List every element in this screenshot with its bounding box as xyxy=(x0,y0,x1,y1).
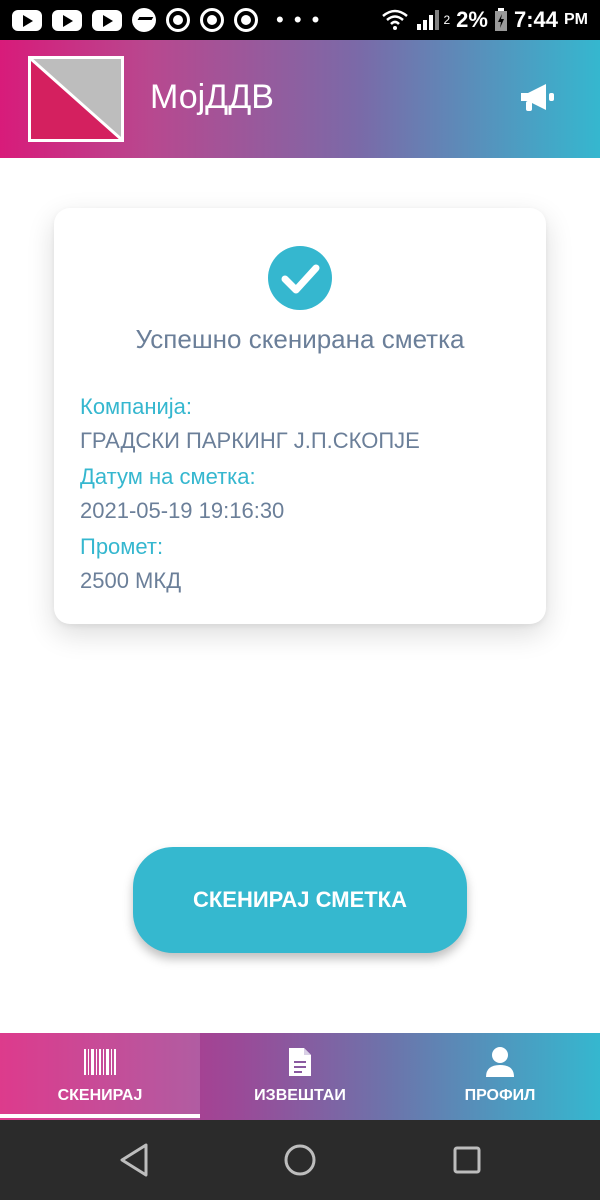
sim-number: 2 xyxy=(443,13,451,27)
notification-icons: • • • xyxy=(12,7,321,33)
nav-item-reports[interactable]: ИЗВЕШТАИ xyxy=(200,1033,400,1120)
success-check-icon xyxy=(268,246,332,310)
receipt-card: Успешно скенирана сметка Компанија: ГРАД… xyxy=(54,208,546,624)
megaphone-icon[interactable] xyxy=(518,82,556,114)
amount-label: Промет: xyxy=(80,534,164,559)
nav-label-profile: ПРОФИЛ xyxy=(464,1087,536,1104)
date-label: Датум на сметка: xyxy=(80,464,256,489)
nav-item-profile[interactable]: ПРОФИЛ xyxy=(400,1033,600,1120)
barcode-icon xyxy=(84,1049,116,1075)
recents-icon[interactable] xyxy=(452,1142,482,1178)
system-icons: 2 2% 7:44 PM xyxy=(381,7,588,33)
person-icon xyxy=(486,1047,514,1077)
scan-receipt-button[interactable]: СКЕНИРАЈ СМЕТКА xyxy=(133,847,467,953)
system-nav-bar xyxy=(0,1120,600,1200)
home-icon[interactable] xyxy=(283,1142,317,1178)
youtube-icon xyxy=(52,9,82,31)
chrome-icon xyxy=(166,8,190,32)
document-icon xyxy=(289,1048,311,1076)
battery-charging-icon xyxy=(494,8,507,31)
amount-value: 2500 МКД xyxy=(80,568,182,593)
nav-item-scan[interactable]: СКЕНИРАЈ xyxy=(0,1033,200,1120)
nav-label-reports: ИЗВЕШТАИ xyxy=(254,1087,346,1104)
status-bar: • • • 2 2% 7:44 PM xyxy=(0,0,600,40)
battery-percent: 2% xyxy=(456,7,488,32)
youtube-icon xyxy=(12,9,42,31)
company-value: ГРАДСКИ ПАРКИНГ Ј.П.СКОПЈЕ xyxy=(80,428,420,453)
bottom-nav: СКЕНИРАЈ ИЗВЕШТАИ ПРОФИЛ xyxy=(0,1033,600,1120)
youtube-icon xyxy=(92,9,122,31)
date-value: 2021-05-19 19:16:30 xyxy=(80,498,285,523)
more-notifications-icon: • • • xyxy=(276,7,322,32)
messenger-icon xyxy=(132,8,156,32)
clock: 7:44 xyxy=(513,7,558,32)
app-title: МојДДВ xyxy=(150,78,274,116)
app-logo xyxy=(28,56,124,142)
wifi-icon xyxy=(382,9,409,30)
app-bar: МојДДВ xyxy=(0,40,600,158)
receipt-status-title: Успешно скенирана сметка xyxy=(135,324,465,354)
company-label: Компанија: xyxy=(80,394,192,419)
clock-ampm: PM xyxy=(564,11,588,28)
back-icon[interactable] xyxy=(118,1142,150,1178)
nav-label-scan: СКЕНИРАЈ xyxy=(57,1087,143,1104)
signal-icon xyxy=(417,10,440,30)
chrome-icon xyxy=(200,8,224,32)
nav-active-indicator xyxy=(0,1114,200,1118)
chrome-icon xyxy=(234,8,258,32)
